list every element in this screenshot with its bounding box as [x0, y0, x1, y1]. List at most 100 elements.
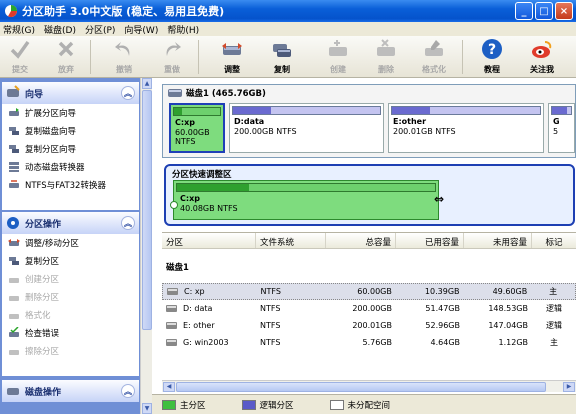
checkmark-icon: [10, 40, 30, 59]
col-filesystem[interactable]: 文件系统: [256, 233, 326, 248]
copy-partition-icon: [9, 145, 19, 153]
dynamic-disk-converter[interactable]: 动态磁盘转换器: [2, 158, 139, 176]
menu-help[interactable]: 帮助(H): [164, 23, 205, 36]
submit-button[interactable]: 提交: [0, 38, 40, 76]
menu-general[interactable]: 常规(G): [0, 23, 41, 36]
format-label: 格式化: [422, 65, 446, 74]
undo-icon: [115, 42, 130, 56]
scroll-up-icon[interactable]: ▲: [142, 78, 152, 89]
delete-partition[interactable]: 删除分区: [2, 288, 139, 306]
resize-handle[interactable]: [170, 201, 178, 209]
redo-button[interactable]: 重做: [152, 38, 192, 76]
format-icon: [9, 314, 19, 319]
convert-icon: [9, 180, 19, 188]
partition-ops-header[interactable]: 分区操作 ︽: [2, 212, 139, 234]
disk-map: 磁盘1 (465.76GB) C:xp 60.00GB NTFS D:data …: [162, 84, 576, 158]
discard-button[interactable]: 放弃: [46, 38, 86, 76]
resize-cursor-icon[interactable]: ⇔: [434, 192, 444, 206]
wizard-section: 向导 ︽ 扩展分区向导 复制磁盘向导 复制分区向导 动态磁盘转换器 NTFS与F…: [2, 82, 139, 210]
copy-partition-wizard[interactable]: 复制分区向导: [2, 140, 139, 158]
create-label: 创建: [330, 65, 346, 74]
format-partition[interactable]: 格式化: [2, 306, 139, 324]
title-bar: 分区助手 3.0中文版 (稳定、易用且免费) _ □ ×: [0, 0, 576, 22]
partition-block-g[interactable]: G 5: [548, 103, 575, 153]
disk-group-label: 磁盘1: [166, 263, 189, 273]
wizard-section-title: 向导: [25, 89, 44, 100]
disk-ops-section: 磁盘操作 ︽: [2, 380, 139, 402]
delete-disk-icon: [377, 39, 395, 56]
col-free[interactable]: 未用容量: [464, 233, 532, 248]
resize-icon: [8, 239, 20, 246]
partition-block-d[interactable]: D:data 200.00GB NTFS: [229, 103, 384, 153]
copy-disk-icon: [9, 127, 19, 135]
tutorial-label: 教程: [484, 65, 500, 74]
create-disk-icon: [329, 40, 347, 56]
ntfs-fat32-converter[interactable]: NTFS与FAT32转换器: [2, 176, 139, 194]
disk-ops-header[interactable]: 磁盘操作 ︽: [2, 380, 139, 402]
col-total[interactable]: 总容量: [326, 233, 396, 248]
scroll-thumb[interactable]: [142, 90, 152, 330]
horizontal-scrollbar[interactable]: ◀ ▶: [162, 380, 576, 392]
follow-button[interactable]: 关注我: [522, 38, 562, 76]
quick-resize-partition[interactable]: C:xp 40.08GB NTFS: [170, 180, 439, 220]
table-row[interactable]: G: win2003 NTFS 5.76GB 4.64GB 1.12GB 主: [162, 334, 576, 351]
dynamic-disk-icon: [9, 162, 19, 172]
menu-bar: 常规(G) 磁盘(D) 分区(P) 向导(W) 帮助(H): [0, 22, 576, 36]
scroll-thumb[interactable]: [176, 382, 546, 392]
format-button[interactable]: 格式化: [414, 38, 454, 76]
adjust-label: 调整: [224, 65, 240, 74]
primary-swatch: [162, 399, 176, 410]
format-disk-icon: [425, 40, 443, 56]
create-partition[interactable]: 创建分区: [2, 270, 139, 288]
delete-button[interactable]: 删除: [366, 38, 406, 76]
quick-resize-panel: 分区快速调整区 C:xp 40.08GB NTFS ⇔: [164, 164, 575, 226]
menu-wizard[interactable]: 向导(W): [121, 23, 164, 36]
tutorial-button[interactable]: ? 教程: [472, 38, 512, 76]
maximize-button[interactable]: □: [535, 2, 553, 20]
left-scrollbar[interactable]: ▲ ▼: [140, 78, 152, 414]
copy-button[interactable]: 复制: [262, 38, 302, 76]
menu-disk[interactable]: 磁盘(D): [41, 23, 82, 36]
extend-partition-wizard[interactable]: 扩展分区向导: [2, 104, 139, 122]
undo-button[interactable]: 撤销: [104, 38, 144, 76]
resize-move-partition[interactable]: 调整/移动分区: [2, 234, 139, 252]
submit-label: 提交: [12, 65, 28, 74]
collapse-icon[interactable]: ︽: [121, 86, 135, 100]
window-title: 分区助手 3.0中文版 (稳定、易用且免费): [22, 5, 225, 18]
disk-header[interactable]: 磁盘1 (465.76GB): [163, 85, 575, 100]
svg-text:?: ?: [488, 42, 496, 58]
legend-bar: 主分区 逻辑分区 未分配空间: [152, 394, 576, 414]
close-button[interactable]: ×: [555, 2, 573, 20]
copy-partition[interactable]: 复制分区: [2, 252, 139, 270]
wizard-section-header[interactable]: 向导 ︽: [2, 82, 139, 104]
col-flag[interactable]: 标记: [532, 233, 576, 248]
copy-disk-wizard[interactable]: 复制磁盘向导: [2, 122, 139, 140]
create-button[interactable]: 创建: [318, 38, 358, 76]
collapse-icon[interactable]: ︽: [121, 216, 135, 230]
drive-icon: [166, 322, 177, 329]
drive-icon: [166, 339, 177, 346]
col-used[interactable]: 已用容量: [396, 233, 464, 248]
scroll-down-icon[interactable]: ▼: [142, 403, 152, 414]
logical-swatch: [241, 399, 256, 410]
cross-icon: [58, 41, 74, 57]
main-area: 磁盘1 (465.76GB) C:xp 60.00GB NTFS D:data …: [152, 78, 576, 414]
col-partition[interactable]: 分区: [162, 233, 256, 248]
check-errors[interactable]: 检查错误: [2, 324, 139, 342]
table-row[interactable]: D: data NTFS 200.00GB 51.47GB 148.53GB 逻…: [162, 300, 576, 317]
redo-label: 重做: [164, 65, 180, 74]
drive-icon: [167, 288, 178, 295]
collapse-icon[interactable]: ︽: [121, 384, 135, 398]
partition-block-c[interactable]: C:xp 60.00GB NTFS: [169, 103, 225, 153]
adjust-button[interactable]: 调整: [212, 38, 252, 76]
wipe-partition[interactable]: 擦除分区: [2, 342, 139, 360]
menu-partition[interactable]: 分区(P): [82, 23, 121, 36]
quick-resize-title: 分区快速调整区: [172, 170, 232, 180]
scroll-left-icon[interactable]: ◀: [163, 382, 175, 392]
partition-ops-icon: [7, 217, 19, 229]
table-row[interactable]: C: xp NTFS 60.00GB 10.39GB 49.60GB 主: [162, 283, 576, 300]
partition-block-e[interactable]: E:other 200.01GB NTFS: [388, 103, 544, 153]
table-row[interactable]: E: other NTFS 200.01GB 52.96GB 147.04GB …: [162, 317, 576, 334]
scroll-right-icon[interactable]: ▶: [563, 382, 575, 392]
minimize-button[interactable]: _: [515, 2, 533, 20]
